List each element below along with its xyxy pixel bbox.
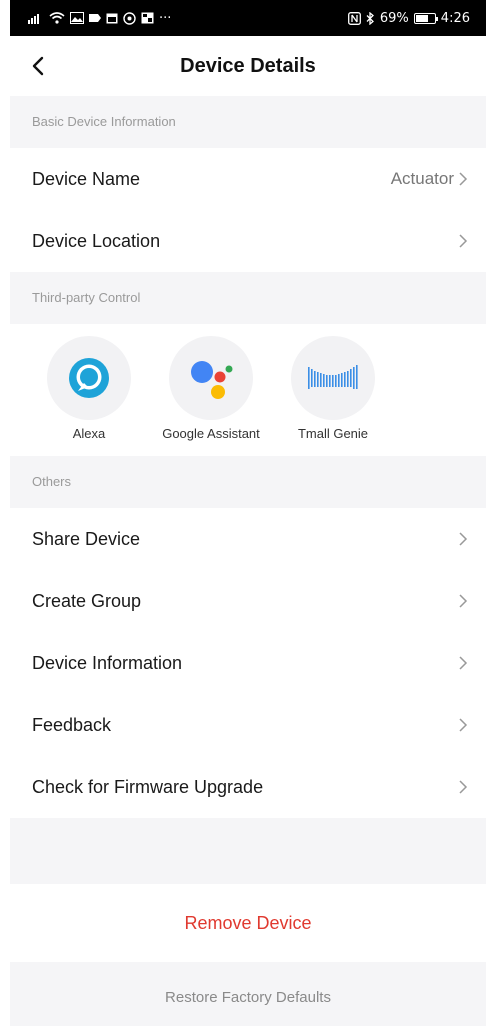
chevron-right-icon bbox=[459, 718, 468, 732]
nfc-icon bbox=[347, 11, 361, 25]
chevron-right-icon bbox=[459, 532, 468, 546]
back-arrow-icon[interactable] bbox=[26, 53, 52, 79]
remove-device-button[interactable]: Remove Device bbox=[10, 884, 486, 962]
settings-list: Basic Device Information Device Name Act… bbox=[10, 96, 486, 1026]
section-header-basic: Basic Device Information bbox=[10, 96, 486, 148]
device-information-label: Device Information bbox=[32, 652, 183, 673]
bluetooth-icon bbox=[366, 11, 374, 25]
chevron-right-icon bbox=[459, 656, 468, 670]
image-icon bbox=[70, 12, 84, 24]
create-group-row[interactable]: Create Group bbox=[10, 570, 486, 632]
alexa-icon bbox=[69, 358, 109, 398]
feedback-row[interactable]: Feedback bbox=[10, 694, 486, 756]
device-name-row[interactable]: Device Name Actuator bbox=[10, 148, 486, 210]
device-location-label: Device Location bbox=[32, 230, 161, 251]
google-assistant-label: Google Assistant bbox=[162, 426, 260, 441]
alexa-icon-circle bbox=[47, 336, 131, 420]
chevron-right-icon bbox=[459, 780, 468, 794]
alexa-label: Alexa bbox=[72, 426, 106, 441]
device-information-row[interactable]: Device Information bbox=[10, 632, 486, 694]
alexa-item[interactable]: Alexa bbox=[28, 336, 150, 456]
battery-percent: 69% bbox=[379, 10, 409, 26]
more-notifications-icon: ··· bbox=[159, 10, 172, 26]
remove-device-label: Remove Device bbox=[184, 912, 312, 933]
share-device-label: Share Device bbox=[32, 528, 141, 549]
device-location-row[interactable]: Device Location bbox=[10, 210, 486, 272]
section-header-others: Others bbox=[10, 456, 486, 508]
device-name-value: Actuator bbox=[390, 169, 454, 188]
status-right-icons: 69% 4:26 bbox=[347, 10, 470, 26]
status-left-icons: ··· bbox=[28, 11, 171, 26]
restore-factory-defaults-button[interactable]: Restore Factory Defaults bbox=[10, 962, 486, 1026]
google-assistant-item[interactable]: Google Assistant bbox=[150, 336, 272, 456]
create-group-label: Create Group bbox=[32, 590, 142, 611]
feedback-label: Feedback bbox=[32, 714, 112, 735]
chevron-right-icon bbox=[459, 234, 468, 248]
wifi-icon bbox=[49, 12, 65, 24]
signal-icon bbox=[28, 14, 39, 24]
phone-screen: ··· 69% 4:26 Device Details Basic Device… bbox=[0, 0, 494, 1026]
share-device-row[interactable]: Share Device bbox=[10, 508, 486, 570]
chevron-right-icon bbox=[459, 172, 468, 186]
calendar-icon bbox=[106, 13, 118, 24]
cast-icon bbox=[89, 14, 101, 22]
restore-factory-defaults-label: Restore Factory Defaults bbox=[165, 988, 331, 1006]
whatsapp-icon bbox=[123, 11, 136, 25]
battery-icon bbox=[413, 12, 438, 24]
page-title: Device Details bbox=[180, 54, 316, 77]
third-party-control-list: Alexa Google Assistant Tmall Genie bbox=[10, 324, 486, 456]
tmall-genie-item[interactable]: Tmall Genie bbox=[272, 336, 394, 456]
google-assistant-icon-circle bbox=[169, 336, 253, 420]
firmware-upgrade-row[interactable]: Check for Firmware Upgrade bbox=[10, 756, 486, 818]
nav-header: Device Details bbox=[10, 36, 486, 96]
tmall-genie-icon bbox=[308, 365, 358, 389]
google-assistant-icon bbox=[191, 361, 233, 399]
status-bar: ··· 69% 4:26 bbox=[10, 0, 486, 36]
battery-level bbox=[415, 14, 429, 22]
device-name-value-group: Actuator bbox=[391, 169, 468, 189]
gallery-icon bbox=[141, 12, 154, 24]
device-name-label: Device Name bbox=[32, 168, 141, 189]
firmware-upgrade-label: Check for Firmware Upgrade bbox=[32, 776, 264, 797]
chevron-right-icon bbox=[459, 594, 468, 608]
clock: 4:26 bbox=[440, 10, 470, 26]
tmall-genie-icon-circle bbox=[291, 336, 375, 420]
tmall-genie-label: Tmall Genie bbox=[297, 426, 369, 441]
section-header-third-party: Third-party Control bbox=[10, 272, 486, 324]
